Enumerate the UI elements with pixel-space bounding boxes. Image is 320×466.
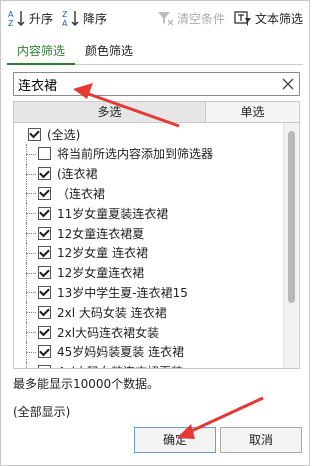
list-item[interactable]: 2xl大码连衣裙女装 — [14, 322, 284, 342]
tree-connector — [14, 341, 36, 362]
tab-single-select[interactable]: 单选 — [206, 102, 299, 122]
tree-connector — [14, 163, 36, 184]
item-checkbox[interactable] — [38, 345, 51, 359]
list-item[interactable]: 将当前所选内容添加到筛选器 — [14, 143, 284, 164]
svg-text:Z: Z — [62, 10, 68, 19]
item-label: (全选) — [47, 127, 81, 142]
item-label: （连衣裙 — [57, 186, 106, 201]
list-item[interactable]: (全选) — [14, 124, 274, 144]
item-label: (连衣裙 — [57, 167, 98, 182]
item-checkbox[interactable] — [38, 325, 51, 339]
sort-ascending-button[interactable]: A Z 升序 — [5, 7, 55, 29]
tree-connector — [14, 322, 36, 342]
item-checkbox[interactable] — [38, 226, 51, 240]
tree-connector — [14, 183, 36, 204]
search-input[interactable] — [14, 74, 277, 94]
list-item[interactable]: （连衣裙 — [14, 183, 284, 204]
list-item[interactable]: (连衣裙 — [14, 163, 284, 184]
list-item[interactable]: 12岁女童 连衣裙 — [14, 242, 284, 263]
text-filter-button[interactable]: 文本筛选 — [231, 7, 305, 29]
list-item[interactable]: 2xl 大码女装 连衣裙 — [14, 302, 284, 323]
tree-connector — [14, 361, 36, 368]
sort-ascending-label: 升序 — [29, 11, 54, 26]
svg-text:A: A — [62, 19, 68, 28]
list-item[interactable]: 4xl大码女装连衣裙夏装 — [14, 361, 284, 368]
scrollbar-thumb[interactable] — [288, 131, 295, 303]
svg-text:Z: Z — [8, 19, 14, 28]
item-label: 4xl大码女装连衣裙夏装 — [57, 363, 183, 368]
item-label: 2xl大码连衣裙女装 — [57, 325, 160, 340]
item-label: 12岁女童连衣裙 — [57, 266, 145, 281]
filter-tabs: 内容筛选 颜色筛选 — [7, 39, 303, 65]
selection-mode-tabs: 多选 单选 — [13, 101, 300, 123]
tree-connector — [14, 143, 36, 164]
item-checkbox[interactable] — [38, 147, 51, 161]
item-label: 将当前所选内容添加到筛选器 — [57, 147, 214, 162]
tree-connector — [14, 242, 36, 263]
item-label: 2xl 大码女装 连衣裙 — [57, 305, 167, 320]
list-item[interactable]: 45岁妈妈装夏装 连衣裙 — [14, 341, 284, 362]
item-checkbox[interactable] — [38, 285, 51, 299]
tab-content-filter[interactable]: 内容筛选 — [7, 39, 76, 65]
item-checkbox[interactable] — [38, 365, 51, 368]
filter-panel: A Z 升序 Z A 降序 清空条件 文本筛选 内容筛选 颜色筛选 连衣裙 多选… — [0, 0, 310, 466]
sort-descending-label: 降序 — [83, 11, 108, 26]
tab-multi-select[interactable]: 多选 — [14, 102, 206, 122]
item-label: 45岁妈妈装夏装 连衣裙 — [57, 345, 185, 360]
svg-text:A: A — [8, 10, 14, 19]
list-item[interactable]: 12女童连衣裙夏 — [14, 223, 284, 243]
tree-connector — [14, 262, 36, 283]
list-item[interactable]: 12岁女童连衣裙 — [14, 262, 284, 283]
clear-search-icon[interactable] — [277, 73, 299, 95]
tree-connector — [14, 282, 36, 303]
list-item[interactable]: 11岁女童夏装连衣裙 — [14, 203, 284, 224]
ok-button[interactable]: 确定 — [134, 427, 216, 453]
value-list: (全选) 将当前所选内容添加到筛选器 (连衣裙 （连衣裙 11岁女童夏装连衣裙 12女童连… — [13, 123, 300, 369]
list-scrollbar[interactable] — [283, 123, 299, 368]
tree-connector — [14, 302, 36, 323]
item-label: 12女童连衣裙夏 — [57, 226, 145, 241]
tab-color-filter[interactable]: 颜色筛选 — [75, 39, 143, 65]
item-checkbox[interactable] — [38, 206, 51, 220]
search-box — [13, 72, 300, 96]
toolbar: A Z 升序 Z A 降序 清空条件 文本筛选 — [1, 1, 309, 35]
text-filter-label: 文本筛选 — [254, 11, 303, 26]
cancel-button[interactable]: 取消 — [220, 427, 302, 453]
sort-ascending-icon: A Z — [7, 8, 27, 28]
tree-connector — [14, 203, 36, 224]
item-label: 11岁女童夏装连衣裙 — [57, 206, 169, 221]
text-filter-icon — [233, 8, 253, 28]
sort-descending-icon: Z A — [61, 8, 81, 28]
item-checkbox[interactable] — [38, 266, 51, 280]
item-checkbox[interactable] — [38, 246, 51, 260]
clear-filter-button[interactable]: 清空条件 — [153, 7, 227, 29]
funnel-clear-icon — [155, 8, 175, 28]
item-checkbox[interactable] — [28, 127, 41, 141]
max-display-note: 最多能显示10000个数据。 — [13, 377, 160, 391]
clear-filter-label: 清空条件 — [176, 11, 225, 26]
item-checkbox[interactable] — [38, 186, 51, 200]
item-label: 13岁中学生夏-连衣裙15 — [57, 285, 188, 300]
tree-connector — [14, 223, 36, 243]
item-label: 12岁女童 连衣裙 — [57, 246, 149, 261]
item-checkbox[interactable] — [38, 305, 51, 319]
list-item[interactable]: 13岁中学生夏-连衣裙15 — [14, 282, 284, 303]
item-checkbox[interactable] — [38, 167, 51, 181]
sort-descending-button[interactable]: Z A 降序 — [59, 7, 109, 29]
show-all-link[interactable]: (全部显示) — [13, 403, 70, 420]
